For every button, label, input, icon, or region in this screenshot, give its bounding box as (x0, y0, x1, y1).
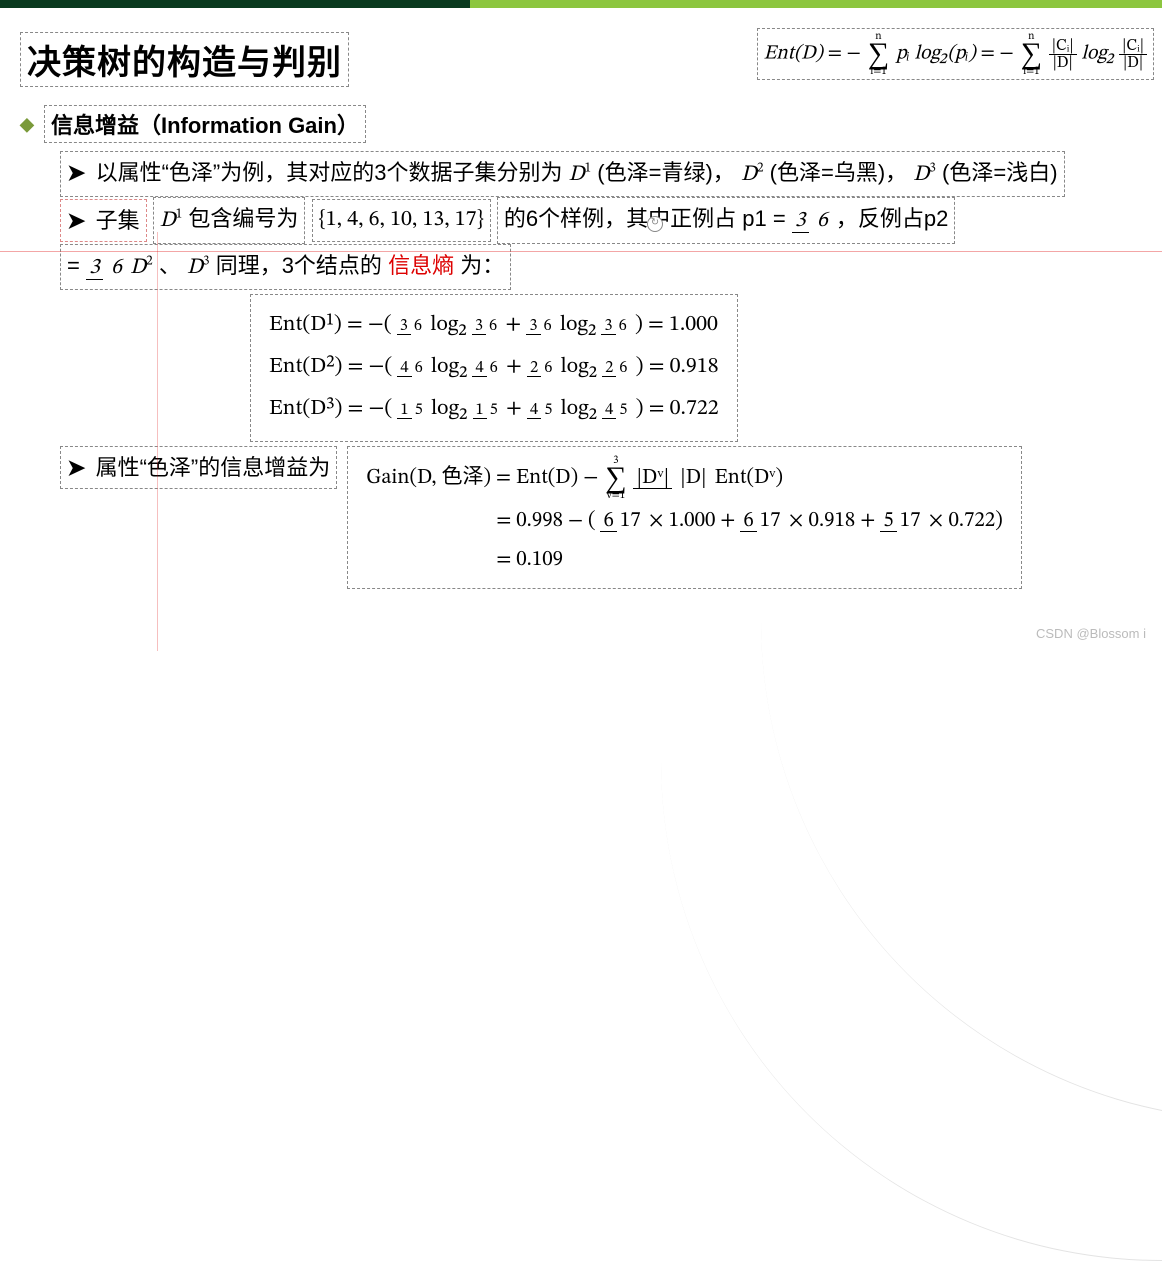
rotate-handle-icon[interactable]: ↻ (647, 216, 663, 232)
text: 的6个样例，其中正例占 p1 = (504, 206, 786, 231)
bullet-line-gain: ➤ 属性“色泽”的信息增益为 (60, 446, 337, 489)
text: 包含编号为 (188, 206, 298, 231)
watermark: CSDN @Blossom i (1036, 626, 1146, 641)
formula-lhs: Ent(D) (764, 44, 823, 64)
entropy-row-3: Ent(D³) = −( 15 log₂ 15 + 45 log₂ 45 ) =… (269, 389, 719, 431)
text: ，反例占p2 (836, 206, 948, 231)
topbar-left (0, 0, 470, 8)
text: = (67, 253, 80, 278)
formula-text: = − (828, 44, 862, 64)
text: 、 (159, 253, 181, 278)
fraction: |Dᵛ| |D| (633, 467, 714, 489)
formula-term: pᵢ log₂(pᵢ) (896, 44, 976, 64)
sigma-icon: n ∑ i=1 (868, 31, 889, 77)
fraction-den: |D| (1120, 55, 1146, 71)
text: 为： (460, 253, 504, 278)
slide-top-bar (0, 0, 1162, 8)
section-heading: 信息增益（Information Gain） (44, 105, 366, 143)
fraction-den: |D| (1050, 55, 1076, 71)
sigma-lower: i=1 (870, 66, 887, 77)
entropy-row-1: Ent(D¹) = −( 36 log₂ 36 + 36 log₂ 36 ) =… (269, 305, 719, 347)
fraction-den: 6 (814, 210, 831, 232)
math-D3: D3 (913, 164, 936, 186)
sigma-icon: n ∑ i=1 (1021, 31, 1042, 77)
fraction: 3 6 (792, 210, 836, 233)
fraction-den: 6 (108, 257, 125, 279)
math-D1: D1 (569, 164, 592, 186)
text: 子集 (96, 208, 140, 233)
fraction: |Cᵢ| |D| (1119, 38, 1147, 71)
editor-guide-vertical (157, 232, 158, 651)
sigma-lower: i=1 (1023, 66, 1040, 77)
index-set: {1, 4, 6, 10, 13, 17} (312, 199, 491, 242)
formula-text: log₂ (1081, 44, 1119, 64)
math-D2: D2 (130, 257, 153, 279)
bullet-line-subset-definition: ➤ 以属性“色泽”为例，其对应的3个数据子集分别为 D1 (色泽=青绿)， D2… (60, 151, 1065, 197)
fraction-num: |Cᵢ| (1119, 38, 1147, 55)
diamond-bullet-icon: ◆ (20, 114, 34, 134)
slide-title: 决策树的构造与判别 (20, 32, 349, 87)
fraction: |Cᵢ| |D| (1049, 38, 1077, 71)
entropy-values-box: Ent(D¹) = −( 36 log₂ 36 + 36 log₂ 36 ) =… (250, 294, 738, 441)
fraction-num: 3 (792, 210, 809, 233)
entropy-definition-formula: Ent(D) = − n ∑ i=1 pᵢ log₂(pᵢ) = − n ∑ i… (757, 28, 1154, 80)
text: (色泽=乌黑)， (770, 160, 908, 185)
math-D2: D2 (741, 164, 764, 186)
text: (色泽=青绿)， (597, 160, 735, 185)
arrow-bullet-icon: ➤ (67, 160, 85, 185)
highlight-term: 信息熵 (388, 253, 454, 278)
math-D1: D1 (160, 210, 183, 232)
math-D3: D3 (187, 257, 210, 279)
formula-text: = − (980, 44, 1014, 64)
arrow-bullet-icon: ➤ (67, 208, 85, 233)
text: 以属性“色泽”为例，其对应的3个数据子集分别为 (96, 160, 563, 185)
text: 属性“色泽”的信息增益为 (96, 455, 331, 480)
entropy-row-2: Ent(D²) = −( 46 log₂ 46 + 26 log₂ 26 ) =… (269, 347, 719, 389)
editor-guide-horizontal (0, 251, 1162, 252)
arrow-bullet-icon: ➤ (67, 455, 85, 480)
fraction-num: |Cᵢ| (1049, 38, 1077, 55)
text: 同理，3个结点的 (216, 253, 382, 278)
sigma-icon: 3 ∑ v=1 (605, 455, 626, 501)
fraction-num: 3 (86, 257, 103, 280)
fraction: 3 6 (86, 257, 130, 280)
topbar-right (470, 0, 1162, 8)
